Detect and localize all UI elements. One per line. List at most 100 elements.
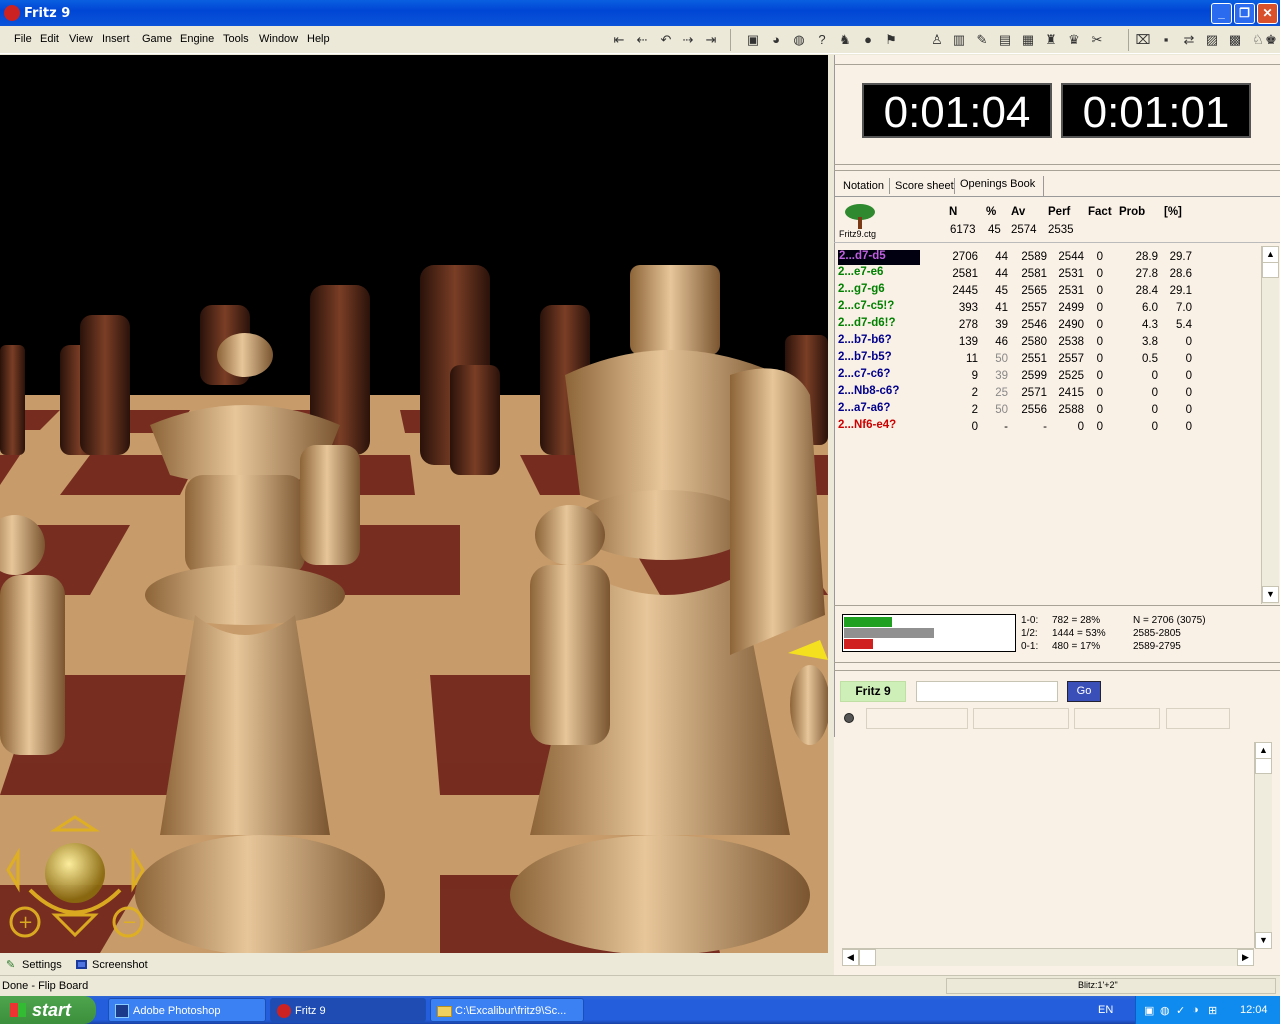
tray-update-icon[interactable]: ✓ [1176,1004,1185,1017]
tab-score-sheet[interactable]: Score sheet [895,180,954,192]
book-move[interactable]: 2...d7-d5 [838,250,920,265]
maximize-button[interactable]: ❐ [1234,3,1255,24]
language-indicator[interactable]: EN [1098,1004,1113,1016]
col-header-prob[interactable]: Prob [1119,206,1145,218]
book-move-row[interactable]: 2...Nf6-e4? 0- -0 0 0 0 [834,419,1258,436]
engine-status-icon[interactable] [844,713,854,723]
toolbar-icon-9[interactable]: ✎ [973,31,991,49]
toolbar-icon-21[interactable]: ♚ [1262,31,1280,49]
tab-notation[interactable]: Notation [843,180,884,192]
toolbar-icon-18[interactable]: ▨ [1203,31,1221,49]
toolbar-icon-17[interactable]: ⇄ [1180,31,1198,49]
start-button[interactable]: start [0,996,96,1024]
minimize-button[interactable]: _ [1211,3,1232,24]
toolbar-icon-5[interactable]: ● [859,31,877,49]
book-move-row[interactable]: 2...d7-d6!? 278 39 2546 2490 0 4.3 5.4 [834,317,1258,334]
toolbar-icon-0[interactable]: ▣ [744,31,762,49]
chess-board-3d[interactable]: + − [0,55,828,953]
task-explorer[interactable]: C:\Excalibur\fritz9\Sc... [430,998,584,1022]
tray-volume-icon[interactable]: ◑ [1192,1004,1199,1016]
scroll-down-button[interactable]: ▼ [1262,586,1279,603]
scroll-up-button[interactable]: ▲ [1262,246,1279,263]
menu-game[interactable]: Game [142,33,172,45]
book-move-row[interactable]: 2...d7-d5 2706 44 2589 2544 0 28.9 29.7 [834,249,1258,266]
tray-windows-icon[interactable]: ⊞ [1208,1004,1217,1017]
book-move[interactable]: 2...a7-a6? [838,402,890,414]
toolbar-icon-2[interactable]: ◍ [790,31,808,49]
book-move[interactable]: 2...e7-e6 [838,266,883,278]
col-header-fact[interactable]: Fact [1088,206,1112,218]
book-cell-perf: 2499 [1058,302,1084,314]
toolbar-icon-4[interactable]: ♞ [836,31,854,49]
scroll-down-button[interactable]: ▼ [1255,932,1272,949]
menu-help[interactable]: Help [307,33,330,45]
col-header-n[interactable]: N [949,206,957,218]
nav-icon-2[interactable]: ↶ [657,31,675,49]
scroll-left-button[interactable]: ◀ [842,949,859,966]
scroll-right-button[interactable]: ▶ [1237,949,1254,966]
book-move[interactable]: 2...g7-g6 [838,283,885,295]
toolbar-icon-8[interactable]: ▥ [950,31,968,49]
task-fritz[interactable]: Fritz 9 [270,998,426,1022]
book-move-row[interactable]: 2...c7-c5!? 393 41 2557 2499 0 6.0 7.0 [834,300,1258,317]
book-move-row[interactable]: 2...g7-g6 2445 45 2565 2531 0 28.4 29.1 [834,283,1258,300]
book-move[interactable]: 2...Nf6-e4? [838,419,896,431]
toolbar-icon-10[interactable]: ▤ [996,31,1014,49]
toolbar-icon-15[interactable]: ⌧ [1134,31,1152,49]
col-header-av[interactable]: Av [1011,206,1025,218]
book-move[interactable]: 2...d7-d6!? [838,317,896,329]
menu-tools[interactable]: Tools [223,33,249,45]
book-move-row[interactable]: 2...b7-b5? 11 50 2551 2557 0 0.5 0 [834,351,1258,368]
book-move[interactable]: 2...c7-c6? [838,368,890,380]
scroll-thumb[interactable] [1255,758,1272,774]
toolbar-icon-3[interactable]: ? [813,31,831,49]
nav-icon-3[interactable]: ⇢ [679,31,697,49]
book-move[interactable]: 2...b7-b5? [838,351,892,363]
toolbar-icon-1[interactable]: ◕ [767,31,785,49]
nav-icon-1[interactable]: ⇠ [633,31,651,49]
menu-view[interactable]: View [69,33,93,45]
toolbar-icon-7[interactable]: ♙ [928,31,946,49]
scroll-up-button[interactable]: ▲ [1255,742,1272,759]
book-move-row[interactable]: 2...e7-e6 2581 44 2581 2531 0 27.8 28.6 [834,266,1258,283]
engine-input[interactable] [916,681,1058,702]
tab-openings-book[interactable]: Openings Book [960,178,1035,190]
menu-engine[interactable]: Engine [180,33,214,45]
toolbar-icon-11[interactable]: ▦ [1019,31,1037,49]
task-photoshop[interactable]: Adobe Photoshop [108,998,266,1022]
col-header-percent[interactable]: % [986,206,996,218]
menu-window[interactable]: Window [259,33,298,45]
menu-insert[interactable]: Insert [102,33,130,45]
book-scrollbar[interactable]: ▲ ▼ [1261,246,1279,604]
nav-icon-4[interactable]: ⇥ [702,31,720,49]
book-move-row[interactable]: 2...b7-b6? 139 46 2580 2538 0 3.8 0 [834,334,1258,351]
toolbar-icon-6[interactable]: ⚑ [882,31,900,49]
settings-link[interactable]: Settings [22,959,62,971]
book-move[interactable]: 2...Nb8-c6? [838,385,899,397]
engine-horizontal-scrollbar[interactable]: ◀ ▶ [842,948,1254,966]
menu-file[interactable]: File [14,33,32,45]
book-move-row[interactable]: 2...Nb8-c6? 2 25 2571 2415 0 0 0 [834,385,1258,402]
scroll-thumb[interactable] [859,949,876,966]
book-move[interactable]: 2...c7-c5!? [838,300,894,312]
engine-name[interactable]: Fritz 9 [840,681,906,702]
toolbar-icon-16[interactable]: ▪ [1157,31,1175,49]
book-move[interactable]: 2...b7-b6? [838,334,892,346]
book-move-row[interactable]: 2...a7-a6? 2 50 2556 2588 0 0 0 [834,402,1258,419]
book-move-row[interactable]: 2...c7-c6? 9 39 2599 2525 0 0 0 [834,368,1258,385]
go-button[interactable]: Go [1067,681,1101,702]
col-header-perf[interactable]: Perf [1048,206,1070,218]
menu-edit[interactable]: Edit [40,33,59,45]
toolbar-icon-13[interactable]: ♛ [1065,31,1083,49]
toolbar-icon-12[interactable]: ♜ [1042,31,1060,49]
toolbar-icon-14[interactable]: ✂ [1088,31,1106,49]
col-header-prob-percent[interactable]: [%] [1164,206,1182,218]
screenshot-link[interactable]: Screenshot [92,959,148,971]
scroll-thumb[interactable] [1262,262,1279,278]
toolbar-icon-19[interactable]: ▩ [1226,31,1244,49]
tray-help-icon[interactable]: ◍ [1160,1004,1170,1017]
nav-icon-0[interactable]: ⇤ [610,31,628,49]
engine-vertical-scrollbar[interactable]: ▲ ▼ [1254,742,1272,949]
close-button[interactable]: ✕ [1257,3,1278,24]
tray-network-icon[interactable]: ▣ [1144,1004,1154,1017]
